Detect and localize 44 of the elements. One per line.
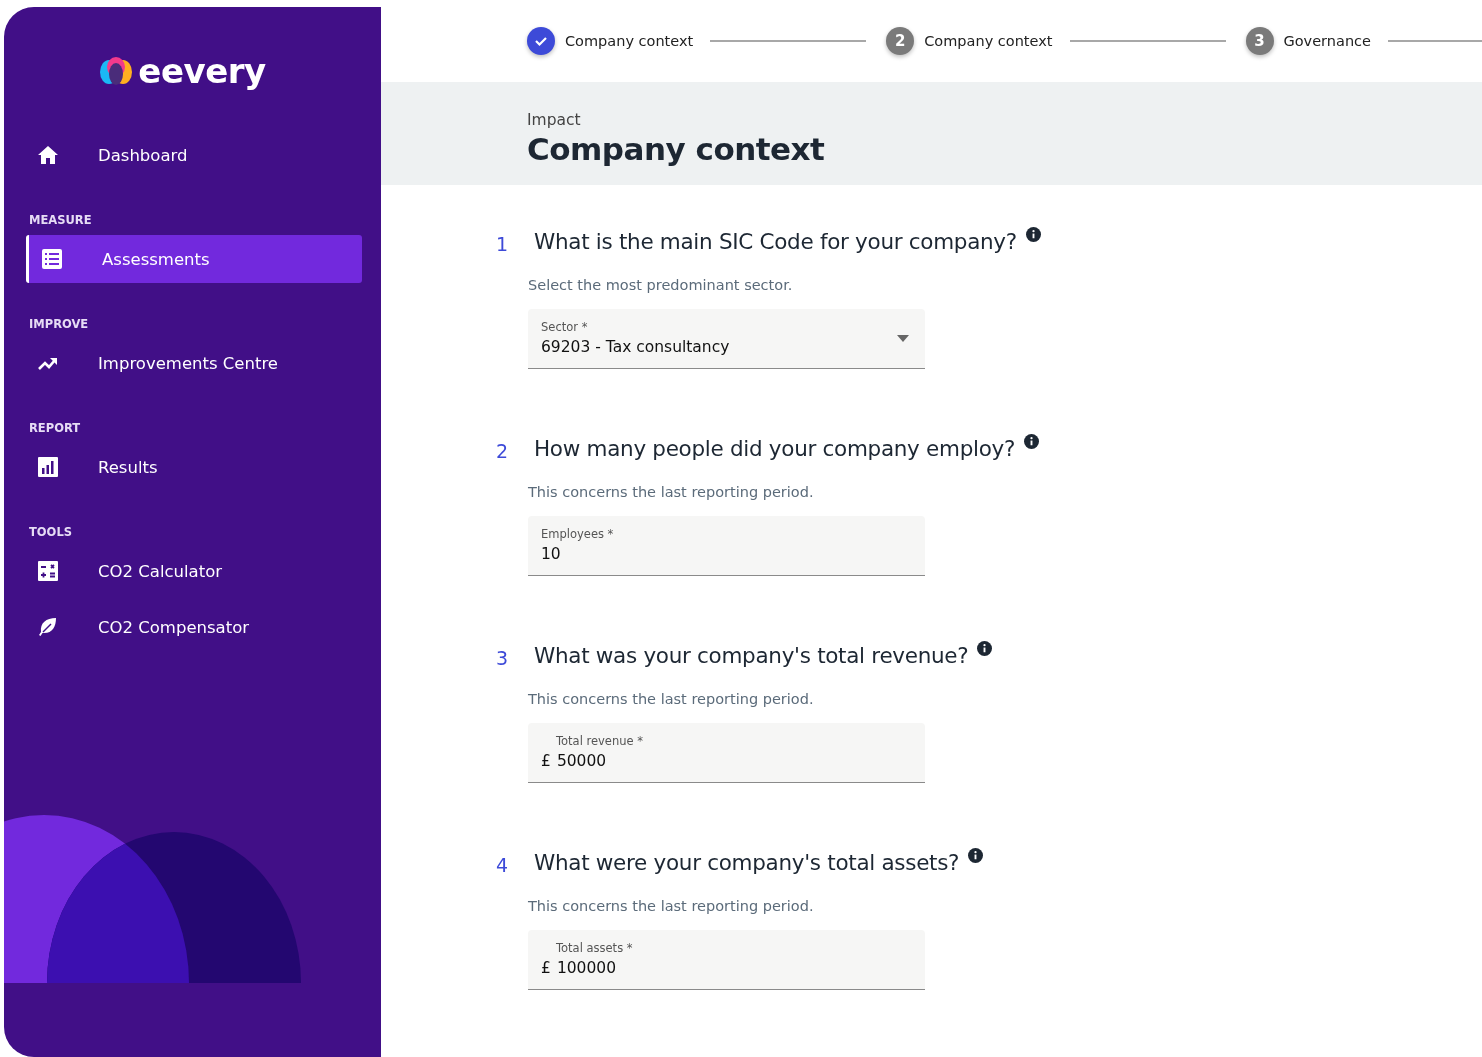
- section-title: MEASURE: [29, 213, 93, 227]
- logo-text: eevery: [138, 51, 266, 91]
- question-number: 3: [496, 646, 510, 669]
- nav-item[interactable]: Dashboard: [26, 131, 362, 179]
- info-icon[interactable]: [968, 848, 984, 863]
- question-text: What was your company's total revenue?: [534, 643, 969, 668]
- question-hint: This concerns the last reporting period.: [528, 898, 815, 914]
- question-number: 2: [496, 439, 510, 462]
- info-icon[interactable]: [1024, 434, 1040, 449]
- bar-chart-icon: [36, 455, 60, 479]
- input-field[interactable]: Total revenue * £ 50000: [528, 723, 925, 783]
- section-title: IMPROVE: [29, 317, 90, 331]
- section-title: REPORT: [29, 421, 82, 435]
- calculator-icon: [36, 559, 60, 583]
- question-number: 4: [496, 853, 510, 876]
- nav-item[interactable]: CO2 Compensator: [26, 603, 362, 651]
- step-label[interactable]: Company context: [924, 32, 1053, 49]
- question-hint: Select the most predominant sector.: [528, 277, 794, 293]
- dropdown-caret-icon: [897, 335, 909, 342]
- select-field[interactable]: Sector * 69203 - Tax consultancy: [528, 309, 925, 369]
- nav-item[interactable]: Results: [26, 443, 362, 491]
- step-number: 2: [886, 26, 915, 55]
- info-icon[interactable]: [1025, 227, 1041, 242]
- logo-icon: [98, 55, 135, 87]
- nav-item[interactable]: Assessments: [26, 235, 362, 283]
- question-hint: This concerns the last reporting period.: [528, 484, 815, 500]
- page-title: Company context: [527, 130, 826, 167]
- nav-item[interactable]: Improvements Centre: [26, 339, 362, 387]
- list-icon: [40, 247, 64, 271]
- info-icon[interactable]: [977, 641, 993, 656]
- section-title: TOOLS: [29, 525, 73, 539]
- header-category: Impact: [527, 110, 582, 129]
- question-number: 1: [496, 232, 510, 255]
- question-text: How many people did your company employ?: [534, 436, 1016, 461]
- step-label[interactable]: Company context: [565, 32, 694, 49]
- input-field[interactable]: Total assets * £ 100000: [528, 930, 925, 990]
- step-number: 3: [1245, 26, 1274, 55]
- home-icon: [36, 143, 60, 167]
- input-field[interactable]: Employees * 10: [528, 516, 925, 576]
- question-hint: This concerns the last reporting period.: [528, 691, 815, 707]
- question-text: What is the main SIC Code for your company?: [534, 229, 1017, 254]
- question-text: What were your company's total assets?: [534, 850, 960, 875]
- step-label[interactable]: Governance: [1283, 32, 1371, 49]
- nav-item[interactable]: CO2 Calculator: [26, 547, 362, 595]
